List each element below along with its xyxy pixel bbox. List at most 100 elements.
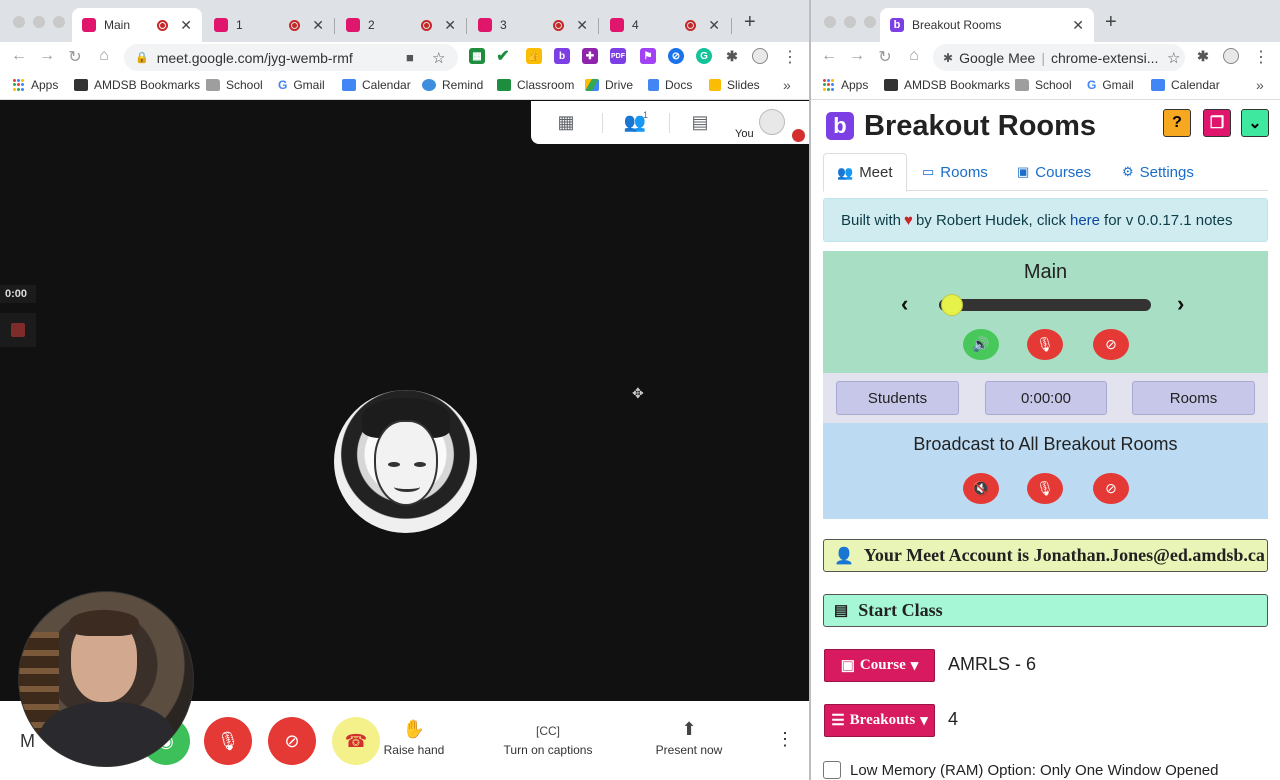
- low-memory-checkbox[interactable]: [823, 761, 841, 779]
- students-button[interactable]: Students: [836, 381, 959, 415]
- grid-layout-icon[interactable]: ▦: [555, 112, 577, 132]
- camera-off-button[interactable]: ⊘: [268, 717, 316, 765]
- close-tab-icon[interactable]: ✕: [444, 17, 456, 34]
- broadcast-mute-mic-button[interactable]: 🎙: [1027, 473, 1063, 504]
- bookmark-apps[interactable]: Apps: [13, 78, 58, 92]
- tab-main[interactable]: Main ✕: [72, 8, 202, 42]
- tab-room-1[interactable]: 1 ✕: [204, 8, 334, 42]
- timer-button[interactable]: 0:00:00: [985, 381, 1107, 415]
- room-mute-mic-button[interactable]: 🎙: [1027, 329, 1063, 360]
- room-slider-handle[interactable]: [941, 294, 963, 316]
- bookmark-amdsb[interactable]: AMDSB Bookmarks: [74, 78, 200, 92]
- grammarly-extension-icon[interactable]: G: [696, 48, 712, 64]
- address-bar[interactable]: ✱ Google Mee | chrome-extensi... ☆: [933, 44, 1185, 71]
- bookmark-drive[interactable]: Drive: [585, 78, 633, 92]
- close-tab-icon[interactable]: ✕: [312, 17, 324, 34]
- tab-meet[interactable]: 👥 Meet: [823, 153, 907, 192]
- more-options-icon[interactable]: ⋮: [776, 729, 794, 750]
- sheets-extension-icon[interactable]: ▦: [469, 48, 485, 64]
- bookmark-slides[interactable]: Slides: [709, 78, 760, 92]
- pdf-extension-icon[interactable]: PDF: [610, 48, 626, 64]
- bookmark-classroom[interactable]: Classroom: [497, 78, 574, 92]
- home-icon[interactable]: ⌂: [95, 47, 113, 65]
- extensions-icon[interactable]: ✱: [1195, 48, 1211, 64]
- bookmark-star-icon[interactable]: ☆: [1167, 49, 1180, 67]
- tab-room-3[interactable]: 3 ✕: [468, 8, 598, 42]
- start-class-button[interactable]: ▤ Start Class: [823, 594, 1268, 627]
- collapse-chevron-icon[interactable]: ⌄: [1241, 109, 1269, 137]
- bookmark-apps[interactable]: Apps: [823, 78, 868, 92]
- forward-icon[interactable]: →: [848, 47, 866, 65]
- self-video-bubble[interactable]: [18, 591, 194, 767]
- chat-icon[interactable]: ▤: [689, 112, 711, 132]
- back-icon[interactable]: ←: [10, 47, 28, 65]
- reload-icon[interactable]: ↻: [876, 47, 894, 67]
- breakout-extension-icon[interactable]: b: [554, 48, 570, 64]
- room-slider[interactable]: [939, 299, 1151, 311]
- close-window-button[interactable]: [824, 16, 836, 28]
- broadcast-mute-speaker-button[interactable]: 🔇: [963, 473, 999, 504]
- bookmark-star-icon[interactable]: ☆: [432, 49, 445, 67]
- more-bookmarks-icon[interactable]: »: [1256, 77, 1264, 93]
- flag-extension-icon[interactable]: ⚑: [640, 48, 656, 64]
- profile-avatar-icon[interactable]: [752, 48, 768, 64]
- help-button[interactable]: ?: [1163, 109, 1191, 137]
- forward-icon[interactable]: →: [38, 47, 56, 65]
- tab-courses[interactable]: ▣ Courses: [1004, 153, 1104, 191]
- bookmark-docs[interactable]: Docs: [648, 78, 692, 92]
- tab-breakout-rooms[interactable]: b Breakout Rooms ✕: [880, 8, 1094, 42]
- course-dropdown-button[interactable]: ▣ Course ▾: [824, 649, 935, 682]
- bookmark-gmail[interactable]: G Gmail: [1087, 78, 1134, 92]
- profile-avatar-icon[interactable]: [1223, 48, 1239, 64]
- close-tab-icon[interactable]: ✕: [576, 17, 588, 34]
- reload-icon[interactable]: ↻: [66, 47, 84, 67]
- bookmark-calendar[interactable]: Calendar: [1151, 78, 1220, 92]
- close-window-button[interactable]: [13, 16, 25, 28]
- close-tab-icon[interactable]: ✕: [1072, 17, 1084, 34]
- browser-menu-icon[interactable]: ⋮: [1252, 47, 1270, 67]
- stop-recording-button[interactable]: [0, 313, 36, 347]
- present-now-button[interactable]: ⬆ Present now: [652, 719, 726, 757]
- home-icon[interactable]: ⌂: [905, 47, 923, 65]
- broadcast-camera-off-button[interactable]: ⊘: [1093, 473, 1129, 504]
- raise-hand-button[interactable]: ✋ Raise hand: [383, 719, 445, 757]
- tab-room-2[interactable]: 2 ✕: [336, 8, 466, 42]
- bookmark-school[interactable]: School: [1015, 78, 1072, 92]
- close-tab-icon[interactable]: ✕: [708, 17, 720, 34]
- new-tab-button[interactable]: +: [744, 11, 756, 34]
- captions-button[interactable]: [CC] Turn on captions: [500, 719, 596, 757]
- hang-up-button[interactable]: ☎: [332, 717, 380, 765]
- tab-settings[interactable]: ⚙ Settings: [1109, 153, 1207, 191]
- address-bar[interactable]: 🔒 meet.google.com/jyg-wemb-rmf ■ ☆: [124, 44, 458, 71]
- more-bookmarks-icon[interactable]: »: [783, 77, 791, 93]
- close-tab-icon[interactable]: ✕: [180, 17, 192, 34]
- mic-off-button[interactable]: 🎙: [204, 717, 252, 765]
- popout-button[interactable]: ❐: [1203, 109, 1231, 137]
- thumbs-extension-icon[interactable]: 👍: [526, 48, 542, 64]
- browser-menu-icon[interactable]: ⋮: [781, 47, 799, 67]
- bookmark-gmail[interactable]: G Gmail: [278, 78, 325, 92]
- bookmark-remind[interactable]: Remind: [422, 78, 483, 92]
- room-camera-off-button[interactable]: ⊘: [1093, 329, 1129, 360]
- check-extension-icon[interactable]: ✔: [495, 48, 511, 65]
- previous-room-icon[interactable]: ‹: [901, 291, 908, 317]
- next-room-icon[interactable]: ›: [1177, 291, 1184, 317]
- camera-icon[interactable]: ■: [406, 50, 414, 65]
- back-icon[interactable]: ←: [820, 47, 838, 65]
- minimize-window-button[interactable]: [33, 16, 45, 28]
- breakouts-dropdown-button[interactable]: ☰ Breakouts ▾: [824, 704, 935, 737]
- release-notes-link[interactable]: here: [1070, 212, 1100, 229]
- zoom-window-button[interactable]: [864, 16, 876, 28]
- circle-extension-icon[interactable]: ⊘: [668, 48, 684, 64]
- rooms-button[interactable]: Rooms: [1132, 381, 1255, 415]
- new-tab-button[interactable]: +: [1105, 11, 1117, 34]
- tab-room-4[interactable]: 4 ✕: [600, 8, 730, 42]
- zoom-window-button[interactable]: [53, 16, 65, 28]
- self-avatar[interactable]: [759, 109, 785, 135]
- bookmark-school[interactable]: School: [206, 78, 263, 92]
- room-speaker-button[interactable]: 🔊: [963, 329, 999, 360]
- tab-rooms[interactable]: ▭ Rooms: [909, 153, 1001, 191]
- bookmark-amdsb[interactable]: AMDSB Bookmarks: [884, 78, 1010, 92]
- bookmark-calendar[interactable]: Calendar: [342, 78, 411, 92]
- extensions-icon[interactable]: ✱: [724, 48, 740, 64]
